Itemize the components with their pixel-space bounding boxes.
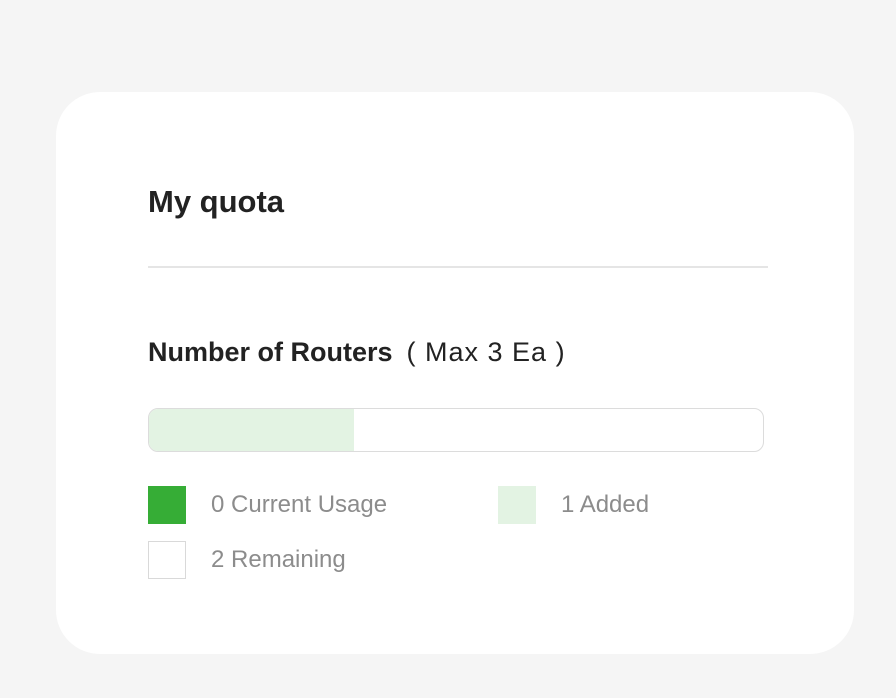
added-label: 1 Added: [561, 491, 650, 518]
legend-added: 1 Added: [498, 485, 649, 525]
added-progress-fill: [149, 409, 354, 451]
legend-current-usage: 0 Current Usage: [148, 485, 387, 525]
quota-card: My quota Number of Routers ( Max 3 Ea ) 0…: [56, 92, 854, 654]
remaining-swatch: [148, 541, 186, 579]
legend-remaining: 2 Remaining: [148, 540, 346, 580]
quota-progress-bar: [148, 408, 764, 452]
card-title: My quota: [148, 184, 285, 219]
divider: [148, 266, 768, 268]
routers-label: Number of Routers: [148, 337, 393, 367]
routers-section-title: Number of Routers ( Max 3 Ea ): [148, 332, 566, 372]
current-usage-swatch: [148, 486, 186, 524]
routers-max-label: ( Max 3 Ea ): [406, 337, 566, 367]
remaining-label: 2 Remaining: [211, 546, 346, 573]
current-usage-label: 0 Current Usage: [211, 491, 388, 518]
added-swatch: [498, 486, 536, 524]
